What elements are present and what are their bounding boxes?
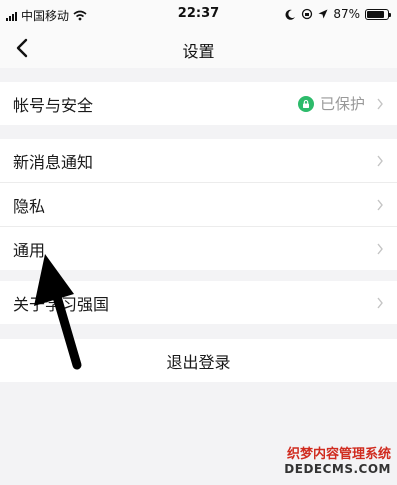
- battery-level: [367, 10, 385, 18]
- chevron-right-icon: [377, 297, 383, 309]
- page-title: 设置: [182, 42, 215, 61]
- chevron-right-icon: [377, 98, 383, 110]
- settings-item-about[interactable]: 关于学习强国: [0, 281, 397, 324]
- settings-group-about: 关于学习强国: [0, 281, 397, 324]
- lock-icon: [297, 95, 314, 112]
- settings-group-general: 新消息通知 隐私 通用: [0, 139, 397, 270]
- security-status: 已保护: [297, 93, 365, 114]
- settings-group-account: 帐号与安全 已保护: [0, 82, 397, 125]
- location-icon: [318, 9, 328, 19]
- watermark-line-2: DEDECMS.COM: [284, 462, 391, 476]
- settings-item-label: 关于学习强国: [13, 294, 110, 314]
- battery-percent: 87%: [333, 7, 360, 21]
- settings-item-label: 通用: [13, 240, 46, 260]
- settings-item-label: 隐私: [13, 196, 46, 216]
- navigation-bar: 设置: [0, 28, 397, 68]
- settings-item-general[interactable]: 通用: [0, 227, 397, 270]
- orientation-lock-icon: [302, 8, 313, 20]
- settings-item-account-security[interactable]: 帐号与安全 已保护: [0, 82, 397, 125]
- settings-item-label: 帐号与安全: [13, 95, 94, 115]
- chevron-right-icon: [377, 243, 383, 255]
- chevron-right-icon: [377, 155, 383, 167]
- status-right: 87%: [285, 7, 391, 21]
- logout-button[interactable]: 退出登录: [0, 339, 397, 382]
- watermark: 织梦内容管理系统 DEDECMS.COM: [284, 447, 391, 477]
- status-bar: 中国移动 22:37 87%: [0, 0, 397, 28]
- moon-icon: [285, 9, 296, 20]
- settings-item-notifications[interactable]: 新消息通知: [0, 139, 397, 183]
- chevron-right-icon: [377, 199, 383, 211]
- battery-icon: [365, 8, 391, 20]
- settings-item-privacy[interactable]: 隐私: [0, 183, 397, 227]
- settings-item-label: 新消息通知: [13, 152, 94, 172]
- security-status-label: 已保护: [319, 95, 365, 113]
- watermark-line-1: 织梦内容管理系统: [286, 447, 391, 462]
